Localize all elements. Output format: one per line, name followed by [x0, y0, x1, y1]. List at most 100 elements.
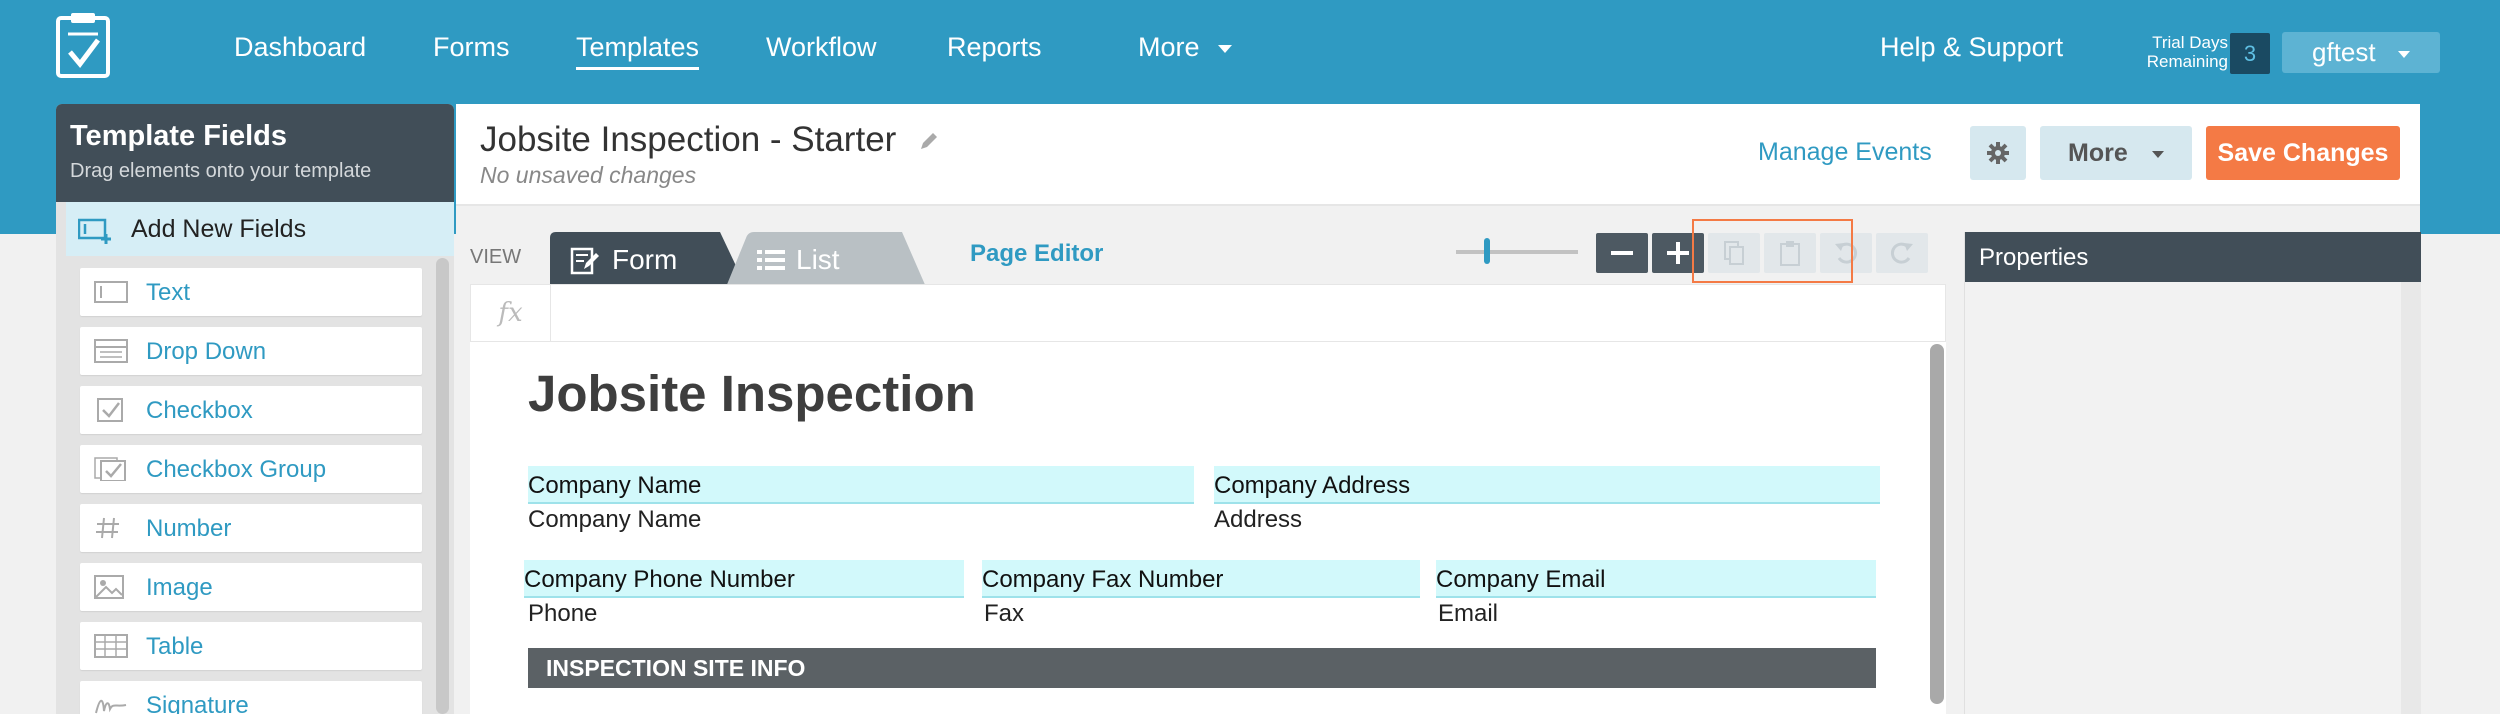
list-icon [757, 250, 785, 270]
company-phone-label: Phone [528, 600, 598, 627]
company-email-label: Email [1438, 600, 1499, 627]
help-support-link[interactable]: Help & Support [1880, 32, 2063, 63]
field-label: Text [146, 279, 191, 306]
page-editor-link[interactable]: Page Editor [970, 240, 1103, 268]
field-table[interactable]: Table [80, 622, 422, 670]
view-label: VIEW [470, 246, 522, 268]
chevron-down-icon [2151, 150, 2164, 158]
field-label: Table [146, 633, 204, 660]
trial-days-label: Trial Days Remaining [2146, 33, 2228, 71]
field-label: Checkbox Group [146, 456, 327, 483]
nav-workflow[interactable]: Workflow [766, 32, 877, 63]
company-email-field[interactable]: Company Email [1436, 560, 1876, 598]
nav-templates[interactable]: Templates [576, 32, 700, 70]
nav-reports[interactable]: Reports [947, 32, 1042, 63]
field-name: Company Name [528, 472, 702, 499]
properties-scrollbar[interactable] [2401, 282, 2421, 714]
chevron-down-icon [1217, 44, 1232, 53]
zoom-slider-track[interactable] [1456, 250, 1578, 254]
field-checkbox[interactable]: Checkbox [80, 386, 422, 434]
form-check-logo-icon[interactable] [56, 12, 110, 78]
checkbox-icon [97, 398, 123, 422]
minus-icon [1611, 251, 1633, 255]
field-text[interactable]: Text [80, 268, 422, 316]
field-image[interactable]: Image [80, 563, 422, 611]
canvas-scrollbar[interactable] [1930, 344, 1944, 704]
more-menu-button[interactable]: More [2040, 126, 2192, 180]
company-address-field[interactable]: Company Address [1214, 466, 1880, 504]
user-name: gftest [2312, 37, 2376, 67]
field-signature[interactable]: Signature [80, 681, 422, 714]
company-fax-field[interactable]: Company Fax Number [982, 560, 1420, 598]
company-name-label: Company Name [528, 506, 702, 533]
field-label: Signature [146, 692, 249, 714]
redo-button[interactable] [1876, 233, 1928, 273]
field-label: Checkbox [146, 397, 253, 424]
number-icon [96, 517, 119, 539]
nav-more[interactable]: More [1138, 32, 1232, 63]
template-fields-panel: Template Fields Drag elements onto your … [56, 104, 454, 714]
form-canvas[interactable]: Jobsite Inspection Company Name Company … [470, 342, 1946, 714]
tab-form[interactable]: Form [550, 232, 746, 287]
field-name: Company Email [1436, 566, 1606, 593]
plus-icon [1667, 242, 1689, 264]
form-edit-icon [570, 247, 599, 275]
field-name: Company Fax Number [982, 566, 1224, 593]
signature-icon [95, 699, 127, 714]
company-name-field[interactable]: Company Name [528, 466, 1194, 504]
field-label: Number [146, 515, 232, 542]
dropdown-icon [94, 339, 128, 363]
zoom-out-button[interactable] [1596, 233, 1648, 273]
field-number[interactable]: Number [80, 504, 422, 552]
company-address-label: Address [1214, 506, 1303, 533]
properties-header: Properties [1965, 232, 2421, 282]
nav-more-label: More [1138, 32, 1200, 62]
section-header[interactable]: INSPECTION SITE INFO [528, 648, 1876, 688]
settings-button[interactable] [1970, 126, 2026, 180]
form-title: Jobsite Inspection [528, 365, 976, 422]
fields-scrollbar[interactable] [436, 258, 449, 714]
section-title: INSPECTION SITE INFO [546, 655, 806, 681]
copy-paste-highlight [1692, 219, 1853, 283]
add-field-icon [78, 218, 111, 244]
edit-pencil-icon[interactable] [918, 130, 940, 152]
field-name: Company Address [1214, 472, 1411, 499]
top-nav: Dashboard Forms Templates Workflow Repor… [0, 0, 2500, 104]
tab-list[interactable]: List [726, 232, 946, 287]
add-new-fields-button[interactable]: Add New Fields [66, 202, 454, 256]
formula-bar[interactable]: fx [470, 284, 1946, 343]
manage-events-link[interactable]: Manage Events [1758, 138, 1932, 167]
save-status: No unsaved changes [480, 162, 697, 188]
redo-icon [1891, 242, 1913, 264]
template-fields-subtitle: Drag elements onto your template [70, 160, 372, 182]
add-new-fields-label: Add New Fields [131, 215, 307, 243]
nav-dashboard[interactable]: Dashboard [234, 32, 366, 63]
template-fields-header: Template Fields Drag elements onto your … [56, 104, 454, 202]
field-label: Drop Down [146, 338, 267, 365]
gear-icon [1987, 142, 2009, 164]
more-menu-label: More [2068, 139, 2128, 167]
field-drop-down[interactable]: Drop Down [80, 327, 422, 375]
field-checkbox-group[interactable]: Checkbox Group [80, 445, 422, 493]
image-icon [94, 575, 124, 599]
nav-forms[interactable]: Forms [433, 32, 510, 63]
fx-icon: fx [471, 285, 551, 343]
field-label: Image [146, 574, 213, 601]
template-fields-title: Template Fields [70, 120, 288, 152]
company-phone-field[interactable]: Company Phone Number [524, 560, 964, 598]
properties-panel: Properties [1964, 232, 2421, 714]
table-icon [94, 634, 128, 658]
save-changes-button[interactable]: Save Changes [2206, 126, 2400, 180]
properties-title: Properties [1979, 244, 2089, 271]
properties-body [1965, 282, 2421, 714]
company-fax-label: Fax [984, 600, 1025, 627]
field-name: Company Phone Number [524, 566, 795, 593]
text-field-icon [94, 281, 128, 303]
checkbox-group-icon [94, 457, 126, 481]
zoom-slider-handle[interactable] [1483, 238, 1490, 264]
tab-list-label: List [796, 244, 840, 275]
trial-days-badge: 3 [2230, 33, 2270, 74]
user-menu-button[interactable]: gftest [2282, 32, 2440, 73]
chevron-down-icon [2397, 50, 2410, 58]
tab-form-label: Form [612, 244, 678, 275]
